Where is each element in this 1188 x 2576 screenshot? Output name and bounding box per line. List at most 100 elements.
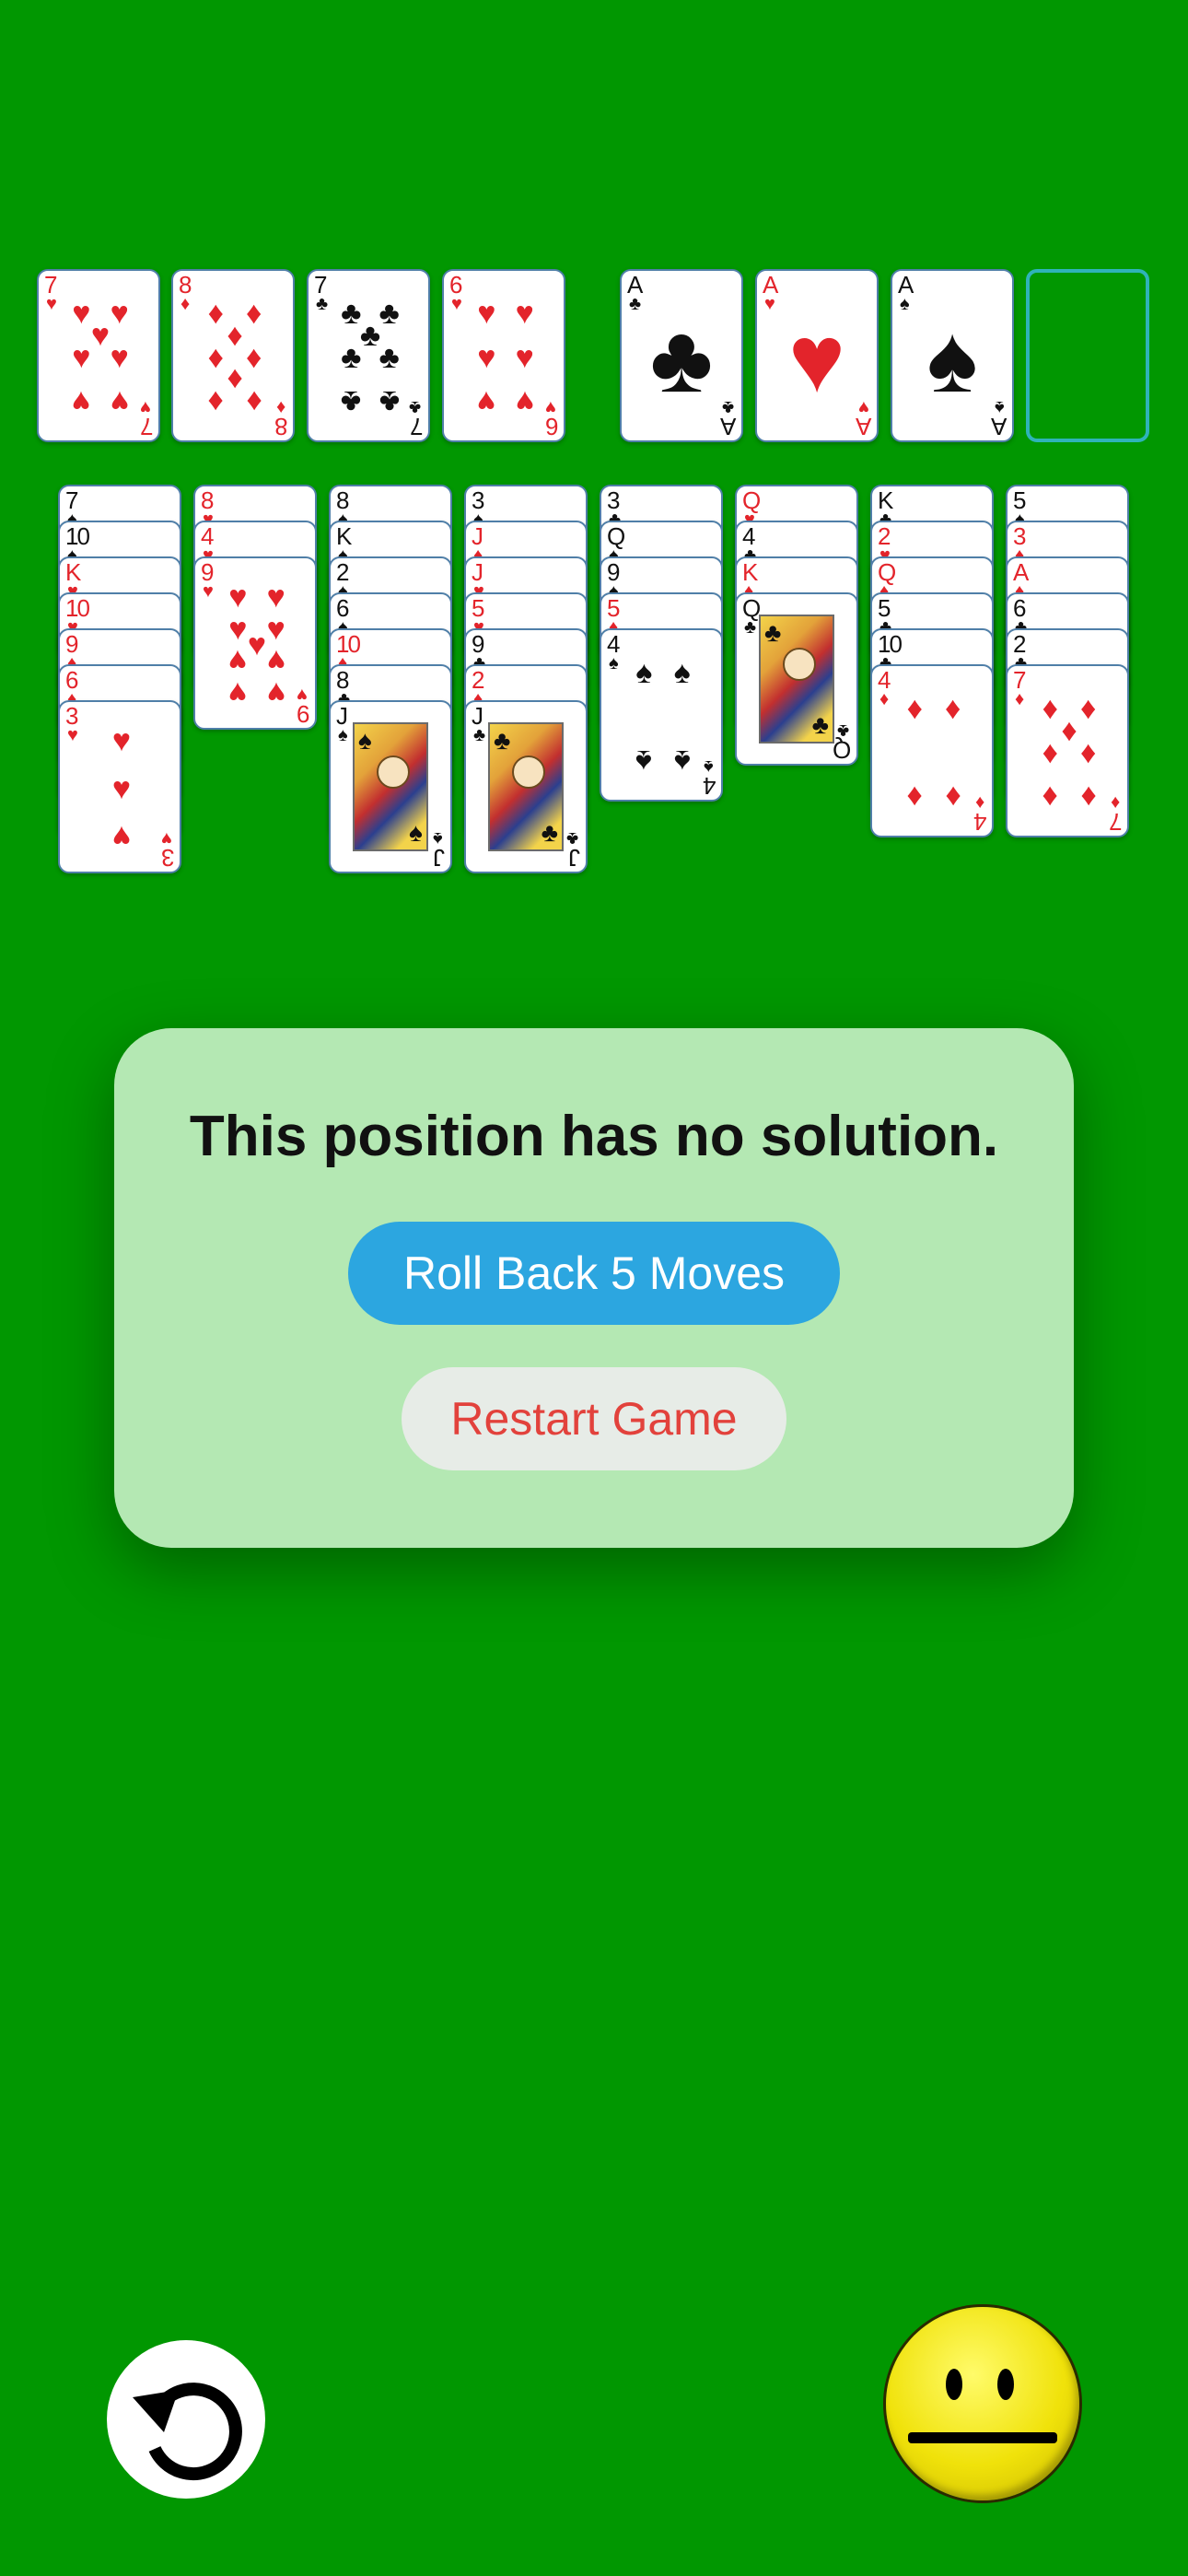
card-rank: Q (833, 736, 851, 764)
card-pip-icon: ♥ (72, 340, 91, 375)
card-suit-icon: ♦ (181, 294, 191, 314)
card-suit-icon: ♠ (433, 828, 443, 849)
card-suit-icon: ♠ (704, 756, 714, 777)
card-suit-icon: ♦ (879, 689, 890, 709)
undo-arrow-icon (133, 2383, 242, 2481)
card-pip-icon: ♥ (111, 771, 132, 806)
freecell-card[interactable]: 8 ♦ 8 ♦ ♦ ♦ ♦ ♦ ♦ ♦ ♦ ♦ (171, 269, 295, 442)
card-rank: 7 (411, 413, 423, 440)
undo-button[interactable] (107, 2340, 265, 2499)
tableau-top-card[interactable]: J ♠ J ♠ ♠ ♠ (329, 700, 452, 873)
tableau-top-card[interactable]: 7 ♦ 7 ♦ ♦ ♦ ♦ ♦ ♦ ♦ ♦ (1006, 664, 1129, 837)
tableau-top-card[interactable]: Q ♣ Q ♣ ♣ ♣ (735, 592, 858, 766)
card-pip-icon: ♦ (906, 779, 923, 815)
card-suit-icon: ♣ (629, 294, 642, 314)
card-pip-icon: ♥ (266, 674, 285, 710)
card-suit-icon: ♠ (900, 294, 910, 314)
card-rank: A (992, 413, 1007, 440)
card-pip-icon: ♥ (228, 580, 248, 615)
card-pip-icon: ♥ (515, 384, 534, 420)
card-rank: 4 (974, 808, 986, 836)
card-pip-icon: ♠ (673, 744, 691, 779)
card-suit-icon: ♦ (1015, 689, 1025, 709)
card-suit-icon: ♦ (275, 397, 285, 417)
empty-foundation-slot[interactable] (1026, 269, 1149, 442)
card-pip-icon: ♥ (110, 340, 129, 375)
foundation-card[interactable]: A ♠ A ♠ ♠ (891, 269, 1014, 442)
card-suit-icon: ♥ (451, 294, 462, 314)
card-suit-icon: ♥ (764, 294, 775, 314)
card-rank: J (435, 844, 445, 872)
restart-game-button[interactable]: Restart Game (402, 1367, 786, 1470)
card-pip-icon: ♦ (945, 779, 961, 815)
card-suit-icon: ♣ (565, 828, 578, 849)
card-pip-icon: ♣ (811, 710, 829, 739)
card-pip-icon: ♠ (635, 654, 653, 690)
card-pip-icon: ♥ (228, 674, 248, 710)
freecell-card[interactable]: 6 ♥ 6 ♥ ♥ ♥ ♥ ♥ ♥ ♥ (442, 269, 565, 442)
card-suit-icon: ♥ (545, 397, 556, 417)
card-suit-icon: ♥ (46, 294, 57, 314)
card-pip-icon: ♦ (906, 690, 923, 726)
card-pip-icon: ♥ (515, 295, 534, 331)
card-pip-icon: ♠ (635, 744, 653, 779)
card-pip-icon: ♥ (477, 340, 496, 375)
card-suit-icon: ♥ (161, 828, 172, 849)
card-suit-icon: ♣ (836, 720, 849, 741)
card-pip-icon: ♥ (228, 643, 248, 679)
card-suit-icon: ♣ (316, 294, 329, 314)
card-pip-icon: ♣ (379, 340, 400, 375)
tableau-top-card[interactable]: J ♣ J ♣ ♣ ♣ (464, 700, 588, 873)
card-suit-icon: ♦ (1110, 792, 1120, 813)
card-rank: A (856, 413, 871, 440)
card-pip-icon: ♠ (409, 818, 423, 847)
card-pip-icon: ♠ (358, 726, 372, 755)
card-pip-icon: ♣ (379, 384, 400, 420)
tableau-top-card[interactable]: 3 ♥ 3 ♥ ♥ ♥ ♥ (58, 700, 181, 873)
card-pip-icon: ♦ (1079, 735, 1097, 770)
freecell-card[interactable]: 7 ♣ 7 ♣ ♣ ♣ ♣ ♣ ♣ ♣ ♣ (307, 269, 430, 442)
card-pip-icon: ♥ (477, 384, 496, 420)
tableau-top-card[interactable]: 4 ♦ 4 ♦ ♦ ♦ ♦ ♦ (870, 664, 994, 837)
foundation-card[interactable]: A ♣ A ♣ ♣ (620, 269, 743, 442)
card-suit-icon: ♥ (67, 725, 78, 745)
card-pip-icon: ♥ (515, 340, 534, 375)
card-rank: 9 (297, 700, 309, 728)
card-suit-icon: ♥ (140, 397, 151, 417)
game-status-face-button[interactable] (886, 2307, 1079, 2500)
dialog-title: This position has no solution. (189, 1105, 999, 1168)
card-rank: A (721, 413, 736, 440)
card-pip-icon: ♠ (926, 306, 978, 413)
court-card-artwork: ♣ ♣ (759, 615, 834, 744)
no-solution-dialog: This position has no solution. Roll Back… (114, 1028, 1074, 1548)
card-pip-icon: ♦ (1042, 779, 1058, 815)
card-rank: 6 (546, 413, 558, 440)
card-rank: 7 (1110, 808, 1122, 836)
card-pip-icon: ♥ (72, 384, 91, 420)
card-pip-icon: ♥ (111, 818, 132, 854)
card-suit-icon: ♠ (609, 653, 619, 673)
foundation-card[interactable]: A ♥ A ♥ ♥ (755, 269, 879, 442)
neutral-face-icon (908, 2369, 1057, 2443)
card-pip-icon: ♥ (110, 384, 129, 420)
card-suit-icon: ♠ (338, 725, 348, 745)
card-suit-icon: ♦ (974, 792, 984, 813)
card-rank: 4 (704, 772, 716, 800)
card-rank: 3 (162, 844, 174, 872)
freecell-card[interactable]: 7 ♥ 7 ♥ ♥ ♥ ♥ ♥ ♥ ♥ ♥ (37, 269, 160, 442)
card-pip-icon: ♦ (944, 690, 961, 726)
card-rank: J (570, 844, 580, 872)
card-rank: 8 (275, 413, 287, 440)
card-pip-icon: ♣ (341, 340, 362, 375)
card-pip-icon: ♣ (341, 384, 362, 420)
card-pip-icon: ♥ (477, 295, 496, 331)
card-pip-icon: ♦ (246, 384, 262, 420)
court-card-artwork: ♣ ♣ (488, 722, 564, 851)
court-card-artwork: ♠ ♠ (353, 722, 428, 851)
tableau-top-card[interactable]: 9 ♥ 9 ♥ ♥ ♥ ♥ ♥ ♥ ♥ ♥ ♥ ♥ (193, 556, 317, 730)
card-pip-icon: ♥ (111, 723, 132, 759)
card-suit-icon: ♣ (473, 725, 486, 745)
roll-back-button[interactable]: Roll Back 5 Moves (348, 1222, 840, 1325)
card-pip-icon: ♦ (1080, 779, 1097, 815)
tableau-top-card[interactable]: 4 ♠ 4 ♠ ♠ ♠ ♠ ♠ (600, 628, 723, 802)
